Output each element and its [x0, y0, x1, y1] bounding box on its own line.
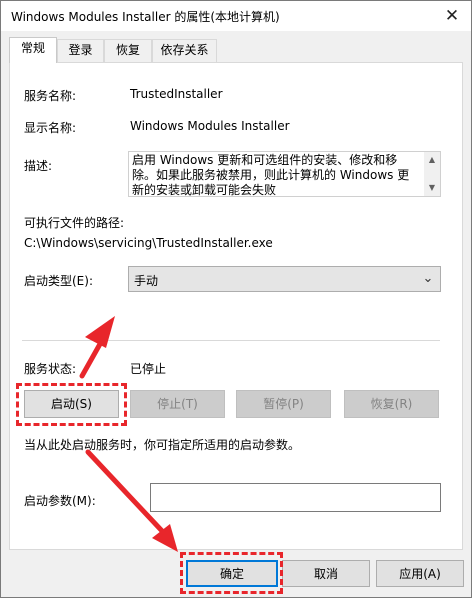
arrow-annotation-icon [85, 449, 178, 552]
annotation-arrows [79, 316, 178, 552]
arrow-annotation-icon [79, 316, 115, 379]
tab-general[interactable]: 常规 [9, 37, 57, 63]
